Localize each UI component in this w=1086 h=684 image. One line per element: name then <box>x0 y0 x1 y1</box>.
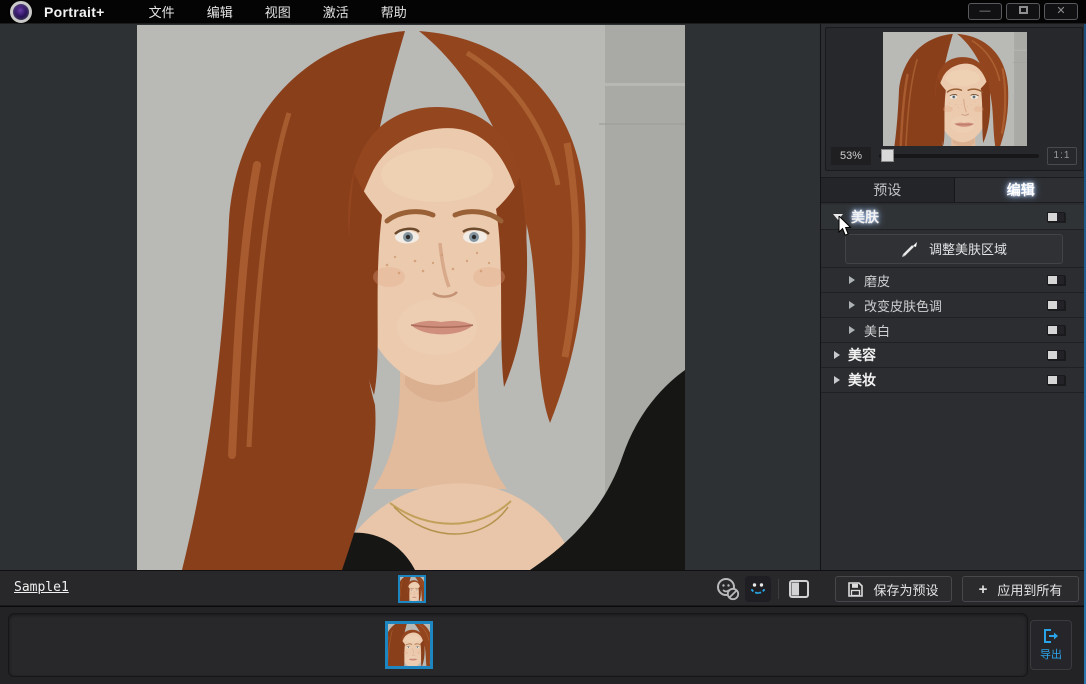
one-to-one-button[interactable]: 1:1 <box>1047 147 1077 165</box>
menubar: Portrait+ 文件 编辑 视图 激活 帮助 — ✕ <box>0 0 1086 24</box>
split-view-icon[interactable] <box>787 577 811 601</box>
section-label: 美肤 <box>851 209 879 225</box>
export-icon <box>1044 628 1058 643</box>
mouse-cursor <box>838 216 852 236</box>
adjust-skin-area-label: 调整美肤区域 <box>928 242 1007 257</box>
right-panel: 53% 1:1 预设 编辑 美肤 调整美肤区域 磨皮 改变皮肤色调 美白 美容 … <box>820 24 1086 570</box>
section-label: 美妆 <box>848 372 876 388</box>
section-label: 美容 <box>848 347 876 363</box>
section-toggle[interactable] <box>1047 275 1065 285</box>
menu-view[interactable]: 视图 <box>249 0 307 24</box>
chevron-right-icon <box>849 326 855 334</box>
toggle-knob <box>1048 376 1057 384</box>
save-preset-label: 保存为预设 <box>873 582 939 598</box>
section-whitening[interactable]: 美白 <box>821 318 1086 343</box>
menu-file[interactable]: 文件 <box>133 0 191 24</box>
section-smooth-skin[interactable]: 磨皮 <box>821 268 1086 293</box>
chevron-right-icon <box>834 376 840 384</box>
export-button[interactable]: 导出 <box>1030 620 1072 670</box>
toolbar-divider <box>778 579 779 599</box>
face-landmarks-button[interactable] <box>745 576 771 602</box>
menu-activate[interactable]: 激活 <box>307 0 365 24</box>
smiley-points-icon <box>751 583 765 594</box>
section-list: 美肤 调整美肤区域 磨皮 改变皮肤色调 美白 美容 美妆 <box>821 205 1086 393</box>
main-content: 53% 1:1 预设 编辑 美肤 调整美肤区域 磨皮 改变皮肤色调 美白 美容 … <box>0 24 1086 570</box>
plus-icon: + <box>978 580 988 598</box>
section-skin-tone[interactable]: 改变皮肤色调 <box>821 293 1086 318</box>
apply-to-all-label: 应用到所有 <box>997 582 1063 598</box>
section-toggle[interactable] <box>1047 212 1065 222</box>
app-logo-icon <box>10 0 32 23</box>
face-detect-off-icon[interactable] <box>716 577 740 601</box>
close-button[interactable]: ✕ <box>1044 3 1078 20</box>
chevron-right-icon <box>849 276 855 284</box>
adjust-area-row: 调整美肤区域 <box>821 230 1086 268</box>
floppy-disk-icon <box>848 581 864 597</box>
status-toolbar: Sample1 保存为预设 + 应用到所有 <box>0 570 1086 606</box>
save-preset-button[interactable]: 保存为预设 <box>835 576 952 602</box>
tab-edit[interactable]: 编辑 <box>953 178 1086 202</box>
menu-help[interactable]: 帮助 <box>365 0 423 24</box>
section-skin-beautify[interactable]: 美肤 <box>821 205 1086 230</box>
toggle-knob <box>1048 213 1057 221</box>
toggle-knob <box>1048 276 1057 284</box>
active-image-thumbnail[interactable] <box>398 575 426 603</box>
export-label: 导出 <box>1040 648 1062 661</box>
toggle-knob <box>1048 351 1057 359</box>
menu-items: 文件 编辑 视图 激活 帮助 <box>133 0 423 24</box>
photo-canvas[interactable] <box>0 24 820 570</box>
section-toggle[interactable] <box>1047 375 1065 385</box>
minimize-button[interactable]: — <box>968 3 1002 20</box>
navigator-panel: 53% 1:1 <box>825 27 1083 171</box>
navigator-controls: 53% 1:1 <box>831 146 1077 166</box>
chevron-right-icon <box>834 351 840 359</box>
filmstrip-tray <box>8 613 1028 677</box>
portrait-photo[interactable] <box>137 25 685 570</box>
maximize-icon <box>1018 6 1028 15</box>
chevron-right-icon <box>849 301 855 309</box>
menu-edit[interactable]: 编辑 <box>191 0 249 24</box>
app-title: Portrait+ <box>44 3 105 20</box>
zoom-slider-handle[interactable] <box>881 149 894 162</box>
apply-to-all-button[interactable]: + 应用到所有 <box>962 576 1079 602</box>
app-window: Portrait+ 文件 编辑 视图 激活 帮助 — ✕ 53% 1:1 预设 … <box>0 0 1086 684</box>
zoom-slider[interactable] <box>879 149 1039 162</box>
adjust-skin-area-button[interactable]: 调整美肤区域 <box>845 233 1063 264</box>
panel-tabs: 预设 编辑 <box>821 177 1086 203</box>
navigator-thumbnail[interactable] <box>883 32 1027 146</box>
window-controls: — ✕ <box>968 3 1078 20</box>
toggle-knob <box>1048 326 1057 334</box>
section-toggle[interactable] <box>1047 300 1065 310</box>
filmstrip-thumbnail[interactable] <box>385 621 433 669</box>
section-beauty[interactable]: 美容 <box>821 343 1086 368</box>
section-makeup[interactable]: 美妆 <box>821 368 1086 393</box>
section-toggle[interactable] <box>1047 350 1065 360</box>
filmstrip: 导出 <box>0 607 1086 684</box>
filename-label[interactable]: Sample1 <box>14 580 69 595</box>
zoom-percent: 53% <box>831 147 871 165</box>
section-label: 改变皮肤色调 <box>864 298 943 314</box>
brush-icon <box>901 241 917 257</box>
toggle-knob <box>1048 301 1057 309</box>
section-toggle[interactable] <box>1047 325 1065 335</box>
tab-presets[interactable]: 预设 <box>821 178 954 202</box>
section-label: 美白 <box>864 323 891 339</box>
maximize-button[interactable] <box>1006 3 1040 20</box>
section-label: 磨皮 <box>864 273 891 289</box>
